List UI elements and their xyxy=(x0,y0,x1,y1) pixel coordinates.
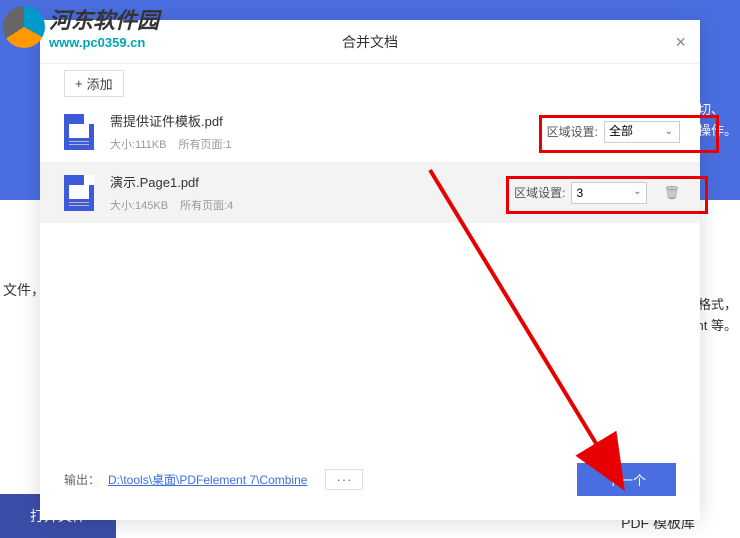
file-list: 需提供证件模板.pdf 大小:111KB所有页面:1 区域设置: 全部 ⌄ 演示… xyxy=(40,101,700,223)
chevron-down-icon: ⌄ xyxy=(665,126,673,137)
add-button[interactable]: + 添加 xyxy=(64,70,124,97)
delete-icon[interactable]: 🗑 xyxy=(663,185,680,201)
add-label: 添加 xyxy=(87,74,113,93)
logo-title: 河东软件园 xyxy=(49,3,159,35)
next-button[interactable]: 下一个 xyxy=(577,463,676,496)
file-name: 需提供证件模板.pdf xyxy=(110,111,547,130)
file-row[interactable]: 需提供证件模板.pdf 大小:111KB所有页面:1 区域设置: 全部 ⌄ xyxy=(40,101,700,162)
range-select[interactable]: 全部 ⌄ xyxy=(604,121,680,143)
pdf-icon xyxy=(64,114,94,150)
browse-button[interactable]: ··· xyxy=(325,469,363,490)
range-label: 区域设置: xyxy=(547,123,598,140)
logo-url: www.pc0359.cn xyxy=(49,35,159,50)
output-label: 输出： xyxy=(64,471,100,488)
output-path-link[interactable]: D:\tools\桌面\PDFelement 7\Combine xyxy=(108,471,307,488)
file-row[interactable]: 演示.Page1.pdf 大小:145KB所有页面:4 区域设置: ⌄ 🗑 xyxy=(40,162,700,223)
range-label: 区域设置: xyxy=(514,184,565,201)
file-meta: 大小:145KB所有页面:4 xyxy=(110,197,514,213)
pdf-icon xyxy=(64,175,94,211)
file-meta: 大小:111KB所有页面:1 xyxy=(110,136,547,152)
logo-icon xyxy=(3,6,45,48)
dialog-title: 合并文档 xyxy=(342,32,398,52)
range-input[interactable] xyxy=(571,182,647,204)
close-icon[interactable]: × xyxy=(675,32,686,53)
site-logo: 河东软件园 www.pc0359.cn xyxy=(3,3,159,50)
merge-dialog: 合并文档 × + 添加 需提供证件模板.pdf 大小:111KB所有页面:1 区… xyxy=(40,20,700,520)
file-name: 演示.Page1.pdf xyxy=(110,172,514,191)
plus-icon: + xyxy=(75,76,83,91)
